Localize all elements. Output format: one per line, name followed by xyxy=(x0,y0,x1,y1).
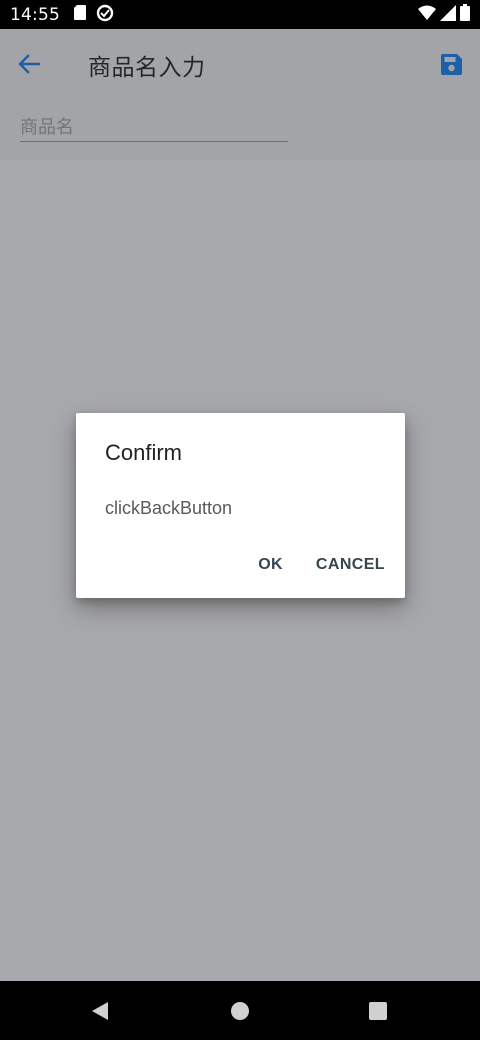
status-left-icons xyxy=(74,4,114,26)
nav-home-icon xyxy=(231,1002,249,1020)
product-name-input[interactable] xyxy=(20,114,288,142)
sd-card-icon xyxy=(74,5,86,24)
nav-recents-icon xyxy=(369,1002,387,1020)
data-saver-icon xyxy=(96,4,114,26)
status-bar: 14:55 xyxy=(0,0,480,29)
save-icon xyxy=(440,53,462,75)
app-bar: 商品名入力 xyxy=(0,29,480,97)
cancel-button[interactable]: CANCEL xyxy=(306,548,395,582)
dialog-message: clickBackButton xyxy=(105,498,233,518)
app-screen: 14:55 商品名入力 商品名 Confirm clickBackButton … xyxy=(0,0,480,1040)
save-button[interactable] xyxy=(436,49,466,79)
status-time: 14:55 xyxy=(10,4,60,25)
system-nav-bar xyxy=(0,981,480,1040)
battery-icon xyxy=(460,4,470,25)
nav-home-button[interactable] xyxy=(228,999,252,1023)
back-button[interactable] xyxy=(14,49,44,79)
signal-icon xyxy=(440,4,456,25)
nav-recents-button[interactable] xyxy=(366,999,390,1023)
nav-back-button[interactable] xyxy=(88,999,112,1023)
page-title: 商品名入力 xyxy=(88,55,206,81)
dialog-title: Confirm xyxy=(105,440,183,465)
wifi-icon xyxy=(418,5,436,24)
dialog-actions: OK CANCEL xyxy=(76,548,405,584)
nav-back-icon xyxy=(92,1002,108,1020)
arrow-back-icon xyxy=(18,54,40,74)
input-area xyxy=(0,97,480,160)
status-right-icons xyxy=(418,4,470,25)
ok-button[interactable]: OK xyxy=(248,548,293,582)
confirm-dialog: Confirm clickBackButton OK CANCEL xyxy=(76,413,405,598)
